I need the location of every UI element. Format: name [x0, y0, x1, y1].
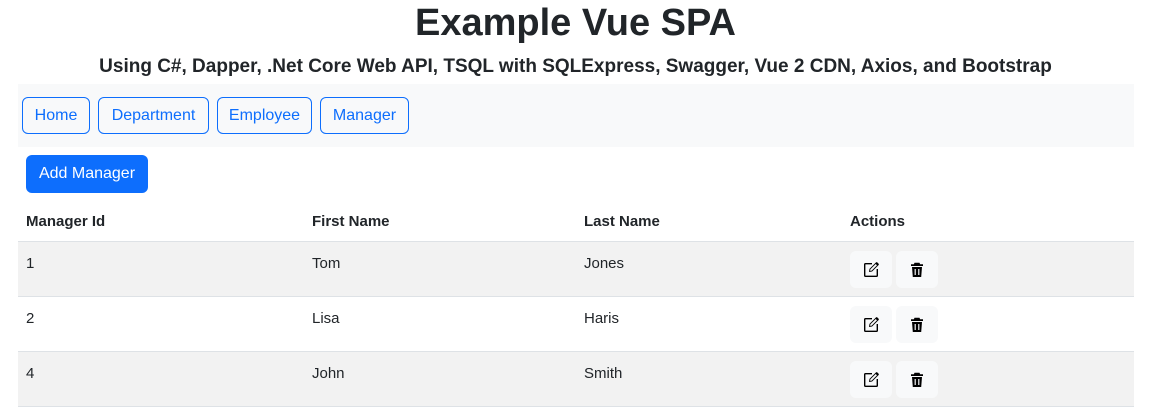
- table-row: 1 Tom Jones: [18, 242, 1134, 297]
- table-row: 2 Lisa Haris: [18, 297, 1134, 352]
- cell-first-name: John: [312, 365, 345, 382]
- edit-icon: [864, 261, 879, 277]
- trash-icon: [911, 372, 923, 387]
- trash-icon: [911, 262, 923, 277]
- cell-manager-id: 1: [26, 255, 35, 272]
- delete-button[interactable]: [896, 361, 938, 398]
- cell-manager-id: 4: [26, 365, 35, 382]
- manager-table: Manager Id First Name Last Name Actions …: [18, 202, 1134, 407]
- page-subtitle: Using C#, Dapper, .Net Core Web API, TSQ…: [99, 56, 1052, 77]
- cell-first-name: Lisa: [312, 310, 340, 327]
- column-header-actions: Actions: [850, 213, 906, 230]
- delete-button[interactable]: [896, 251, 938, 288]
- table-row: 4 John Smith: [18, 352, 1134, 407]
- column-header-manager-id: Manager Id: [26, 213, 106, 230]
- navbar: Home Department Employee Manager: [18, 84, 1134, 147]
- add-manager-button[interactable]: Add Manager: [26, 155, 148, 193]
- table-header-row: Manager Id First Name Last Name Actions: [18, 202, 1134, 242]
- edit-icon: [864, 316, 879, 332]
- nav-employee-button[interactable]: Employee: [217, 97, 312, 134]
- edit-button[interactable]: [850, 361, 892, 398]
- cell-manager-id: 2: [26, 310, 35, 327]
- nav-home-button[interactable]: Home: [22, 97, 90, 134]
- cell-last-name: Haris: [584, 310, 620, 327]
- column-header-last-name: Last Name: [584, 213, 660, 230]
- delete-button[interactable]: [896, 306, 938, 343]
- trash-icon: [911, 317, 923, 332]
- edit-icon: [864, 371, 879, 387]
- edit-button[interactable]: [850, 306, 892, 343]
- column-header-first-name: First Name: [312, 213, 390, 230]
- cell-last-name: Smith: [584, 365, 623, 382]
- edit-button[interactable]: [850, 251, 892, 288]
- nav-department-button[interactable]: Department: [98, 97, 209, 134]
- page-title: Example Vue SPA: [414, 2, 736, 44]
- cell-last-name: Jones: [584, 255, 625, 272]
- cell-first-name: Tom: [312, 255, 341, 272]
- nav-manager-button[interactable]: Manager: [320, 97, 409, 134]
